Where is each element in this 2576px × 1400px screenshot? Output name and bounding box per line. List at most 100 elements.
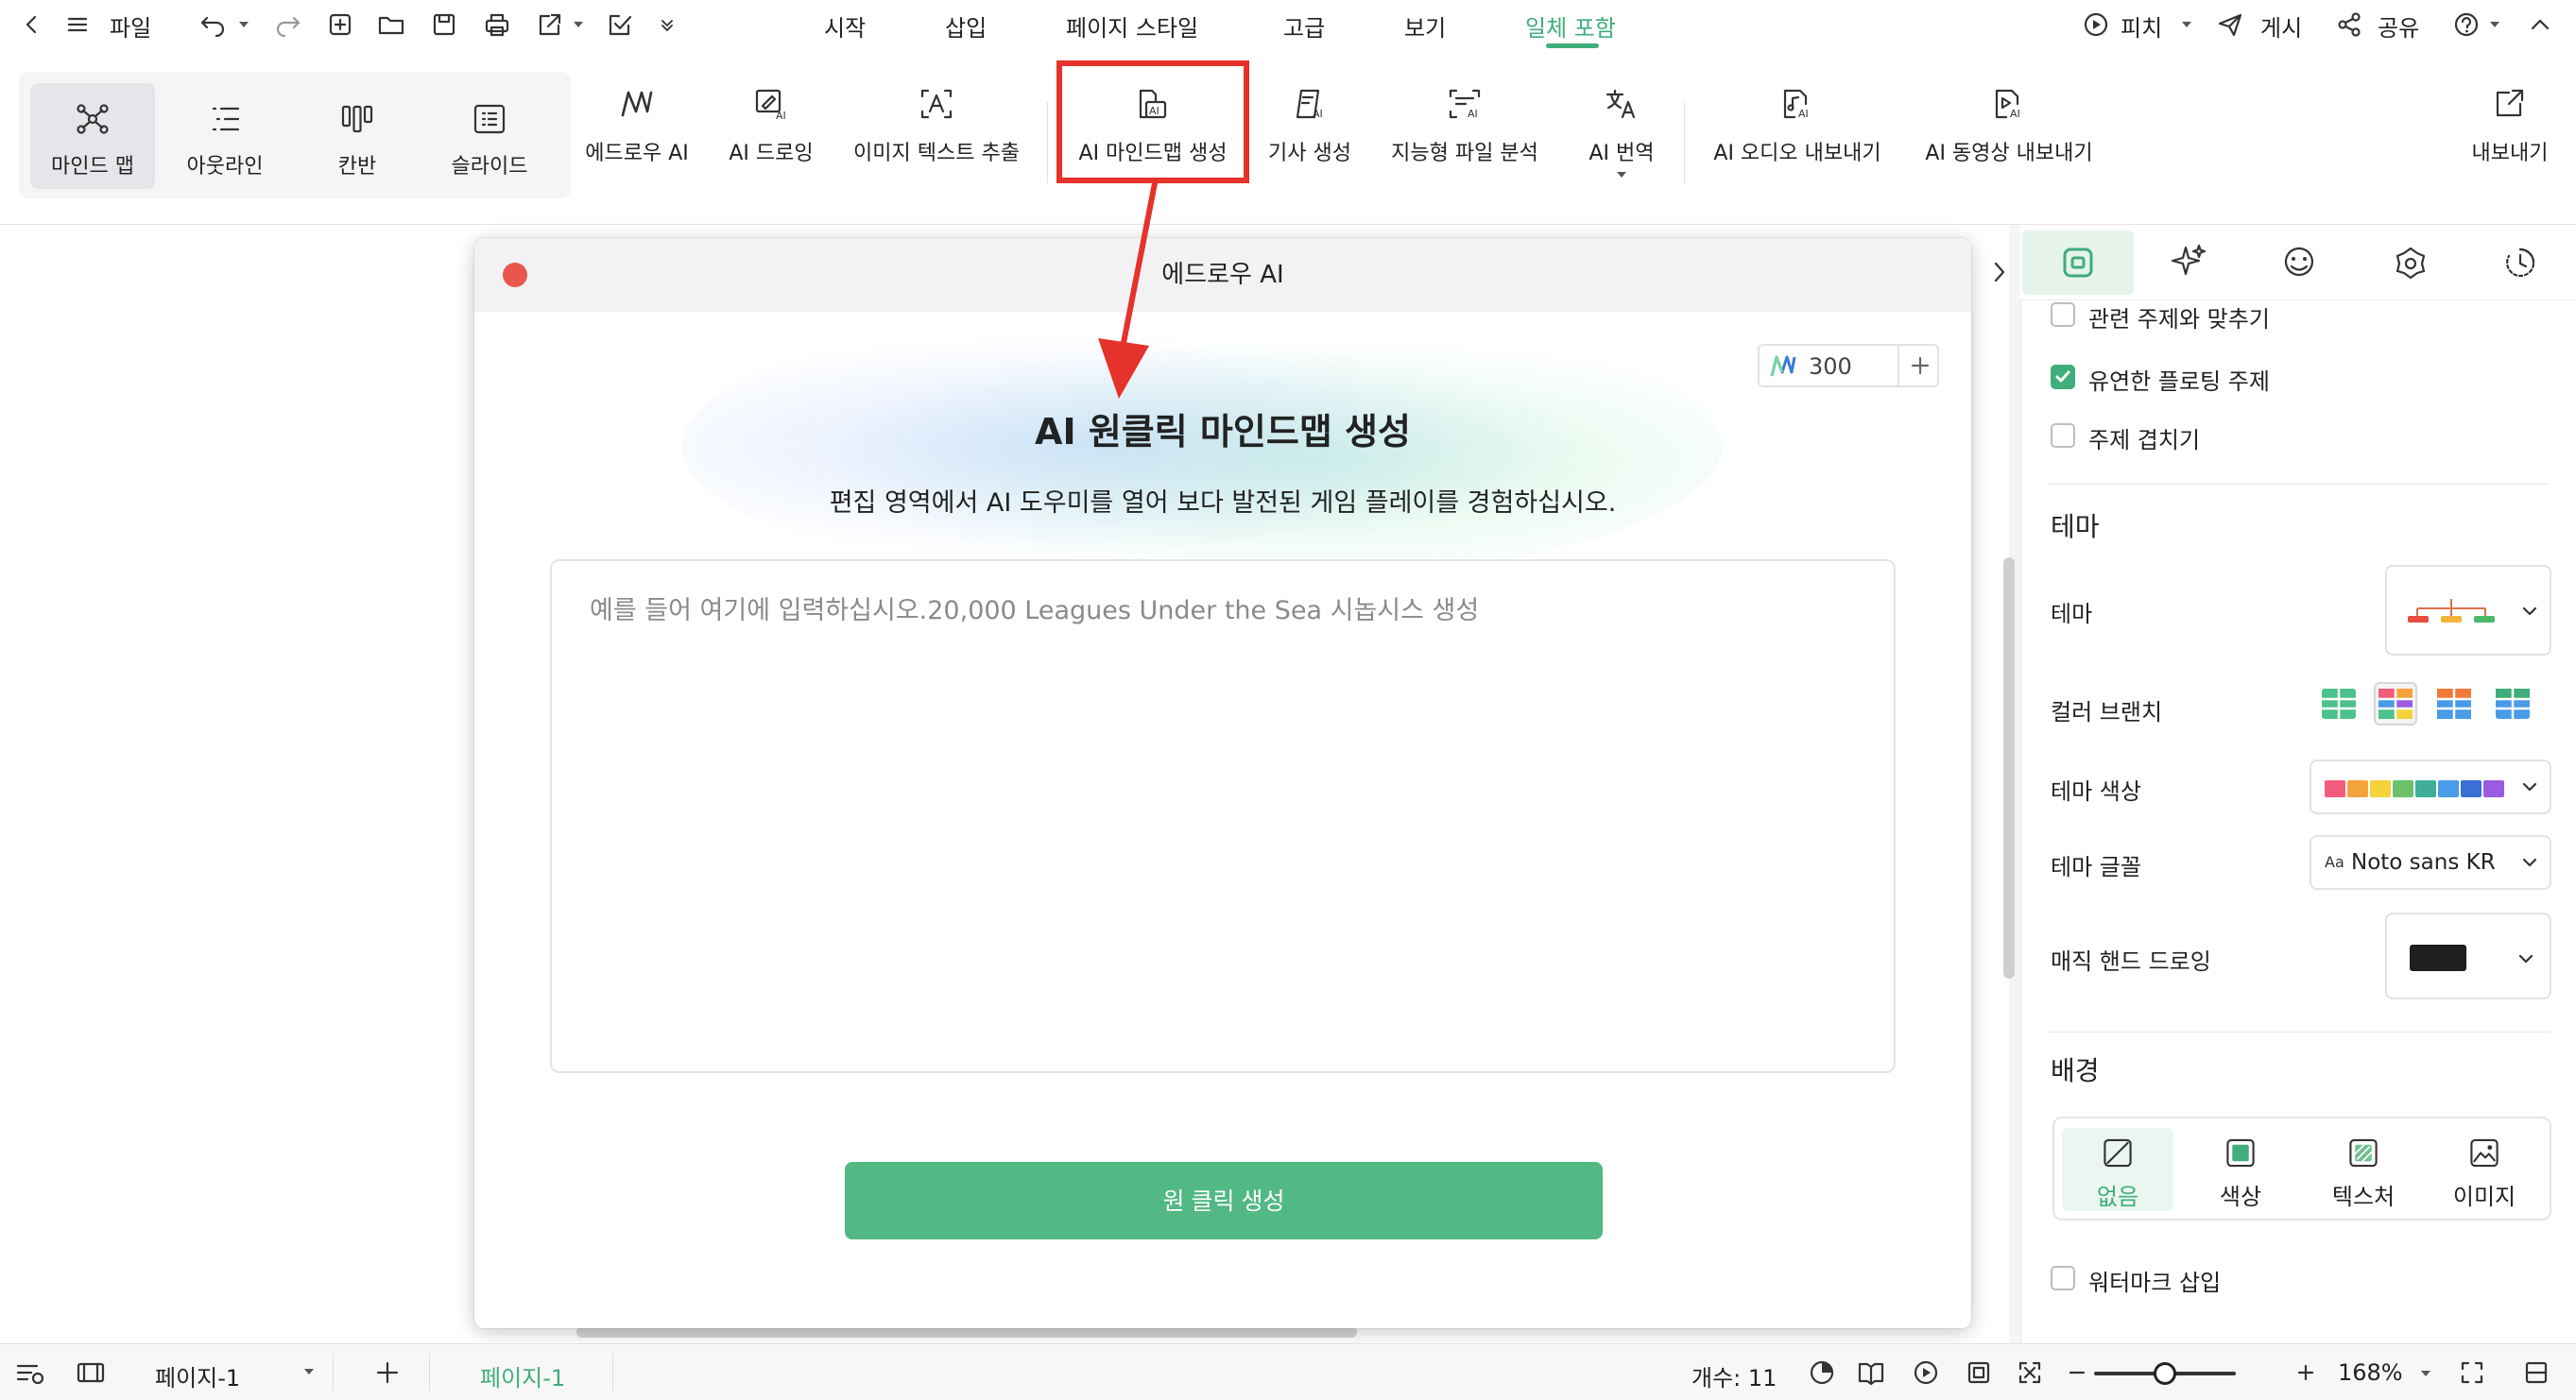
page-format-icon [2063, 248, 2093, 278]
font-aa-label: Aa [2325, 853, 2344, 871]
share-icon[interactable] [2332, 8, 2366, 42]
page-list-icon[interactable] [13, 1356, 47, 1390]
tab-history[interactable] [2464, 230, 2576, 295]
history-clock-icon [2506, 248, 2535, 278]
background-image-option[interactable]: 이미지 [2429, 1128, 2540, 1211]
fit-screen-icon[interactable] [2013, 1356, 2047, 1390]
magic-hand-drawing-select[interactable] [2385, 913, 2551, 999]
view-slide-button[interactable]: 슬라이드 [427, 83, 552, 189]
align-related-topics-checkbox[interactable] [2051, 302, 2075, 327]
vertical-scrollbar[interactable] [2003, 557, 2015, 979]
article-generate-button[interactable]: AI 기사 생성 [1253, 85, 1366, 189]
tab-view[interactable]: 보기 [1404, 9, 1446, 43]
tab-theme[interactable] [2355, 230, 2466, 295]
theme-select[interactable] [2385, 565, 2551, 656]
zoom-slider-handle[interactable] [2154, 1362, 2176, 1385]
tab-ai[interactable]: 일체 포함 [1525, 9, 1616, 43]
hamburger-menu-icon[interactable] [60, 8, 94, 42]
pitch-dropdown-icon[interactable] [2170, 8, 2204, 42]
back-icon[interactable] [15, 8, 49, 42]
panel-tabs [2020, 225, 2576, 300]
more-chevron-icon[interactable] [650, 8, 684, 42]
theme-color-swatch [2483, 780, 2504, 797]
open-folder-icon[interactable] [374, 8, 408, 42]
zoom-dropdown-icon[interactable] [2419, 1369, 2432, 1378]
tab-page-format[interactable] [2022, 230, 2134, 295]
ai-video-export-icon: AI [1995, 89, 2020, 120]
one-click-generate-button[interactable]: 원 클릭 생성 [845, 1162, 1603, 1239]
image-text-extract-button[interactable]: 이미지 텍스트 추출 [847, 85, 1026, 189]
insert-watermark-checkbox[interactable] [2051, 1266, 2075, 1290]
file-analysis-button[interactable]: AI 지능형 파일 분석 [1380, 85, 1550, 189]
page-dropdown-icon[interactable] [302, 1367, 316, 1376]
zoom-out-icon[interactable] [2060, 1356, 2094, 1390]
help-dropdown-icon[interactable] [2478, 8, 2512, 42]
page-select[interactable]: 페이지-1 [155, 1359, 240, 1392]
color-branch-option-1[interactable] [2317, 682, 2361, 726]
tab-marker[interactable] [2243, 230, 2355, 295]
undo-dropdown-icon[interactable] [227, 8, 261, 42]
publish-icon[interactable] [2213, 8, 2247, 42]
save-icon[interactable] [427, 8, 461, 42]
tab-start[interactable]: 시작 [824, 9, 866, 43]
ai-video-export-label: AI 동영상 내보내기 [1925, 142, 2093, 165]
add-page-icon[interactable] [370, 1356, 404, 1390]
page-tab[interactable]: 페이지-1 [480, 1359, 565, 1392]
book-view-icon[interactable] [1854, 1356, 1888, 1390]
ai-audio-export-button[interactable]: AI AI 오디오 내보내기 [1703, 85, 1892, 189]
color-branch-option-4[interactable] [2491, 682, 2534, 726]
prompt-input[interactable] [550, 559, 1896, 1073]
panel-collapse-button[interactable] [1981, 244, 2018, 300]
pitch-icon[interactable] [2079, 8, 2113, 42]
theme-color-select[interactable] [2310, 760, 2551, 814]
color-branch-option-3[interactable] [2432, 682, 2476, 726]
view-outline-button[interactable]: 아웃라인 [163, 83, 287, 189]
ai-video-export-button[interactable]: AI AI 동영상 내보내기 [1915, 85, 2104, 189]
ai-translate-dropdown-icon[interactable] [1615, 170, 1628, 179]
export-button[interactable]: 내보내기 [2453, 85, 2567, 189]
fullscreen-icon[interactable] [2455, 1356, 2489, 1390]
chevron-down-icon [2518, 954, 2533, 964]
outline-icon [212, 107, 240, 131]
zoom-in-icon[interactable] [2289, 1356, 2323, 1390]
zoom-level[interactable]: 168% [2338, 1359, 2403, 1386]
pitch-button[interactable]: 피치 [2121, 9, 2162, 43]
fit-page-icon[interactable] [1962, 1356, 1996, 1390]
background-none-option[interactable]: 없음 [2062, 1128, 2173, 1211]
print-icon[interactable] [480, 8, 514, 42]
background-texture-option[interactable]: 텍스처 [2308, 1128, 2419, 1211]
ai-translate-button[interactable]: AI 번역 [1574, 85, 1669, 189]
texture-icon [2349, 1138, 2378, 1168]
tab-page-style[interactable]: 페이지 스타일 [1066, 9, 1198, 43]
panel-toggle-icon[interactable] [74, 1356, 108, 1390]
ai-drawing-button[interactable]: AI AI 드로잉 [714, 85, 828, 189]
edraw-ai-button[interactable]: 에드로우 AI [580, 85, 694, 189]
focus-mode-icon[interactable] [1805, 1356, 1839, 1390]
redo-icon[interactable] [270, 8, 304, 42]
new-file-icon[interactable] [323, 8, 357, 42]
color-branch-option-2[interactable] [2374, 682, 2417, 726]
flexible-floating-topic-checkbox[interactable] [2051, 365, 2075, 389]
tab-insert[interactable]: 삽입 [945, 9, 987, 43]
task-check-icon[interactable] [603, 8, 637, 42]
share-button[interactable]: 공유 [2378, 9, 2419, 43]
publish-button[interactable]: 게시 [2260, 9, 2302, 43]
add-credits-button[interactable] [1898, 346, 1941, 385]
line-color-swatch [2410, 945, 2466, 971]
background-color-option[interactable]: 색상 [2185, 1128, 2296, 1211]
ai-drawing-icon: AI [755, 89, 786, 122]
collapse-ribbon-icon[interactable] [2523, 8, 2557, 42]
file-menu[interactable]: 파일 [110, 9, 151, 43]
view-kanban-button[interactable]: 칸반 [295, 83, 420, 189]
theme-font-select[interactable]: Aa Noto sans KR [2310, 835, 2551, 890]
play-icon[interactable] [1909, 1356, 1943, 1390]
minimize-panel-icon[interactable] [2519, 1356, 2553, 1390]
tab-advanced[interactable]: 고급 [1283, 9, 1325, 43]
tab-ai-style[interactable] [2134, 230, 2245, 295]
svg-text:AI: AI [2010, 108, 2020, 120]
dialog-heading: AI 원클릭 마인드맵 생성 [1035, 411, 1411, 452]
export-dropdown-icon[interactable] [561, 8, 595, 42]
view-mindmap-button[interactable]: 마인드 맵 [30, 83, 155, 189]
undo-icon[interactable] [197, 8, 231, 42]
topic-overlap-checkbox[interactable] [2051, 423, 2075, 448]
